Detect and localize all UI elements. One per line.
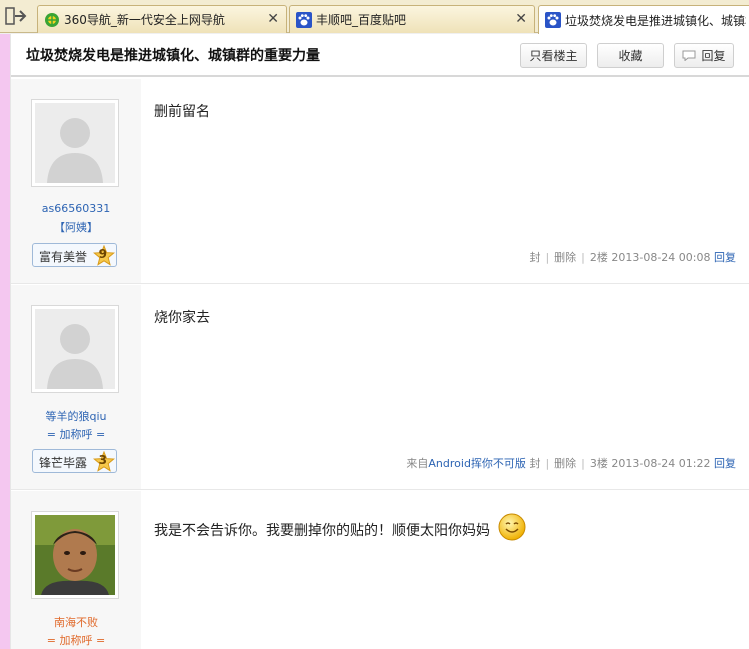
post-floor-2: as66560331 【阿姨】 富有美誉 9 删前留名 封 | 删除 | 2楼 2013… [11,79,749,284]
user-title[interactable]: = 加称呼 = [11,632,141,648]
owner-only-button[interactable]: 只看楼主 [520,43,587,68]
reply-link[interactable]: 回复 [714,251,736,264]
username-link[interactable]: 等羊的狼qiu [11,408,141,424]
level-badge[interactable]: 锋芒毕露 3 [32,449,117,473]
delete-link[interactable]: 删除 [554,251,576,264]
avatar[interactable] [31,305,119,393]
favorite-button[interactable]: 收藏 [597,43,664,68]
page-left-stripe [0,34,10,649]
post-content: 烧你家去 [154,310,210,326]
badge-level: 9 [98,247,107,261]
smiley-emoticon-icon [498,513,526,541]
thread-content: 垃圾焚烧发电是推进城镇化、城镇群的重要力量 只看楼主 收藏 回复 as66560… [10,34,749,649]
tab-title: 垃圾焚烧发电是推进城镇化、城镇群 [565,13,746,28]
reply-button[interactable]: 回复 [674,43,734,68]
page-viewport: 垃圾焚烧发电是推进城镇化、城镇群的重要力量 只看楼主 收藏 回复 as66560… [0,34,749,649]
username-link[interactable]: as66560331 [11,202,141,215]
author-column: 等羊的狼qiu = 加称呼 = 锋芒毕露 3 [11,285,141,489]
reply-link[interactable]: 回复 [714,457,736,470]
badge-name: 锋芒毕露 [39,456,88,470]
thread-title: 垃圾焚烧发电是推进城镇化、城镇群的重要力量 [26,48,320,64]
author-column: 南海不败 = 加称呼 = [11,491,141,649]
thread-header: 垃圾焚烧发电是推进城镇化、城镇群的重要力量 只看楼主 收藏 回复 [11,34,749,77]
badge-level: 3 [98,453,107,467]
avatar[interactable] [31,511,119,599]
device-link[interactable]: Android [428,457,471,470]
browser-tabstrip: 360导航_新一代安全上网导航 ✕ 丰顺吧_百度贴吧 ✕ 垃圾焚烧发电是推进城镇… [0,0,749,34]
author-column: as66560331 【阿姨】 富有美誉 9 [11,79,141,283]
ban-link[interactable]: 封 [529,457,540,470]
post-floor-4: 南海不败 = 加称呼 = 我是不会告诉你。我要删掉你的贴的！顺便太阳你妈妈 [11,491,749,649]
post-content-text: 我是不会告诉你。我要删掉你的贴的！顺便太阳你妈妈 [154,523,490,539]
post-time: 2013-08-24 01:22 [611,457,711,470]
avatar[interactable] [31,99,119,187]
tab-current-thread[interactable]: 垃圾焚烧发电是推进城镇化、城镇群 [538,5,749,34]
user-photo-avatar [35,515,115,595]
post-meta: 封 | 删除 | 2楼 2013-08-24 00:08 回复 [529,251,736,264]
badge-name: 富有美誉 [39,250,88,264]
post-floor-3: 等羊的狼qiu = 加称呼 = 锋芒毕露 3 烧你家去 来自Android挥你不… [11,285,749,490]
device-suffix-link[interactable]: 挥你不可版 [471,457,526,470]
level-badge[interactable]: 富有美誉 9 [32,243,117,267]
post-content: 删前留名 [154,104,210,120]
default-avatar-icon [35,309,115,389]
user-title[interactable]: = 加称呼 = [11,426,141,442]
baidu-paw-icon [296,11,312,28]
delete-link[interactable]: 删除 [554,457,576,470]
close-tab-icon[interactable]: ✕ [515,11,527,27]
post-meta: 来自Android挥你不可版 封 | 删除 | 3楼 2013-08-24 01:22 … [406,457,736,470]
reply-button-label: 回复 [701,49,726,63]
tab-title: 360导航_新一代安全上网导航 [64,13,225,27]
floor-number: 3楼 [589,457,608,470]
username-link[interactable]: 南海不败 [11,614,141,630]
360-icon [45,12,59,27]
tab-title: 丰顺吧_百度贴吧 [316,13,407,27]
comment-icon [682,50,696,61]
default-avatar-icon [35,103,115,183]
device-prefix: 来自 [406,457,429,470]
floor-number: 2楼 [589,251,608,264]
ban-link[interactable]: 封 [529,251,540,264]
sidebar-toggle-icon[interactable] [4,6,28,26]
post-time: 2013-08-24 00:08 [611,251,711,264]
user-title: 【阿姨】 [54,221,98,234]
post-content: 我是不会告诉你。我要删掉你的贴的！顺便太阳你妈妈 [154,513,526,541]
tab-fengshun-bar[interactable]: 丰顺吧_百度贴吧 ✕ [289,5,535,33]
tab-360-nav[interactable]: 360导航_新一代安全上网导航 ✕ [37,5,287,33]
close-tab-icon[interactable]: ✕ [267,11,279,27]
baidu-paw-icon [545,12,561,28]
